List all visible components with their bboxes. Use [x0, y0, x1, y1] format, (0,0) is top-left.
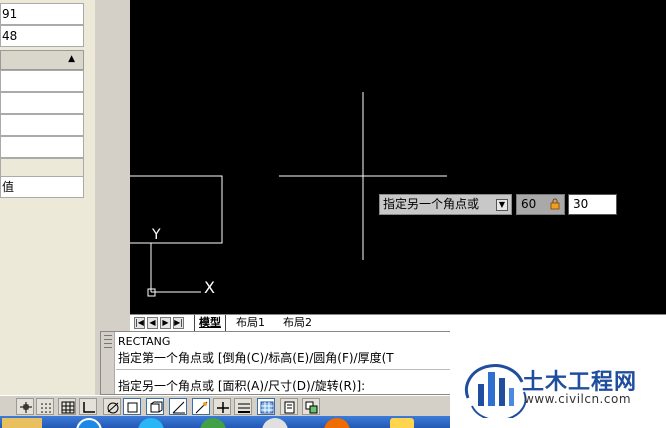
grid-dots-icon [41, 403, 51, 413]
dynamic-y-value: 30 [573, 197, 589, 211]
quick-properties-icon [284, 401, 295, 414]
property-value: 值 [2, 180, 15, 194]
grid-toggle[interactable] [36, 398, 54, 415]
ucs-x-label: X [204, 278, 215, 297]
property-value: 91 [2, 7, 18, 21]
tab-layout1[interactable]: 布局1 [232, 315, 269, 332]
dyn-icon [217, 402, 229, 413]
command-input-line[interactable]: 指定另一个角点或 [面积(A)/尺寸(D)/旋转(R)]: [118, 377, 365, 394]
lock-icon [550, 198, 560, 210]
dynamic-input-prompt[interactable]: 指定另一个角点或 ▼ [379, 194, 512, 215]
property-row[interactable] [0, 114, 84, 136]
property-row[interactable]: 91 [0, 3, 84, 25]
selection-cycling-toggle[interactable] [302, 398, 320, 415]
otrack-toggle[interactable] [169, 398, 187, 415]
transparency-icon [260, 401, 274, 414]
taskbar-app-icon[interactable] [2, 418, 42, 428]
lineweight-toggle[interactable] [234, 398, 252, 415]
drawing-canvas[interactable]: Y X [130, 0, 666, 314]
snap-toggle[interactable] [16, 398, 34, 415]
grid-icon [61, 401, 75, 414]
grid-display-toggle[interactable] [58, 398, 76, 415]
first-tab-icon[interactable]: |◀ [134, 317, 145, 329]
ucs-y-label: Y [151, 227, 161, 243]
rectangle-outline [130, 175, 223, 244]
dynamic-prompt-text: 指定另一个角点或 [383, 197, 480, 211]
ortho-icon [83, 402, 95, 413]
property-row[interactable] [0, 92, 84, 114]
dynamic-input-x-field[interactable]: 60 [516, 194, 565, 215]
command-window-grip[interactable] [101, 332, 115, 394]
palette-section-header[interactable]: ▲ [0, 50, 84, 70]
property-row[interactable]: 值 [0, 176, 84, 198]
osnap-toggle[interactable] [123, 398, 141, 415]
command-history-line: RECTANG [118, 335, 171, 348]
dynamic-input-y-field[interactable]: 30 [568, 194, 617, 215]
polar-toggle[interactable] [103, 398, 121, 415]
otrack-icon [172, 401, 185, 414]
tab-layout2[interactable]: 布局2 [279, 315, 316, 332]
osnap-icon [127, 402, 138, 413]
logo-url: www.civilcn.com [524, 392, 632, 406]
layout-tab-bar: |◀ ◀ ▶ ▶| 模型 布局1 布局2 [130, 314, 666, 332]
taskbar-app-icon[interactable] [390, 418, 414, 428]
building-logo-icon [464, 364, 527, 418]
taskbar-app-icon[interactable] [200, 418, 226, 428]
next-tab-icon[interactable]: ▶ [160, 317, 171, 329]
ortho-toggle[interactable] [79, 398, 97, 415]
prev-tab-icon[interactable]: ◀ [147, 317, 158, 329]
ducs-icon [195, 401, 208, 414]
taskbar-app-icon[interactable] [262, 418, 288, 428]
snap-icon [20, 402, 32, 413]
3d-osnap-icon [150, 401, 163, 413]
dyn-toggle[interactable] [213, 398, 231, 415]
last-tab-icon[interactable]: ▶| [173, 317, 184, 329]
property-row[interactable]: 48 [0, 25, 84, 47]
property-value: 48 [2, 29, 18, 43]
command-history-line: 指定第一个角点或 [倒角(C)/标高(E)/圆角(F)/厚度(T [118, 351, 394, 365]
property-row[interactable] [0, 136, 84, 158]
watermark-logo: 土木工程网 www.civilcn.com [450, 330, 666, 428]
transparency-toggle[interactable] [257, 398, 275, 415]
polar-icon [107, 402, 119, 414]
taskbar-app-icon[interactable] [324, 418, 350, 428]
dropdown-arrow-icon[interactable]: ▼ [496, 199, 508, 211]
triangle-up-icon[interactable]: ▲ [68, 54, 75, 64]
selection-cycling-icon [305, 401, 318, 414]
ducs-toggle[interactable] [192, 398, 210, 415]
canvas-drawing: Y X [130, 92, 447, 297]
lineweight-icon [238, 403, 250, 413]
property-row[interactable] [0, 70, 84, 92]
dynamic-x-value: 60 [521, 197, 537, 211]
taskbar-app-icon[interactable] [76, 418, 102, 428]
3d-osnap-toggle[interactable] [146, 398, 164, 415]
tab-model[interactable]: 模型 [194, 315, 226, 332]
taskbar-app-icon[interactable] [138, 418, 164, 428]
quick-props-toggle[interactable] [280, 398, 298, 415]
